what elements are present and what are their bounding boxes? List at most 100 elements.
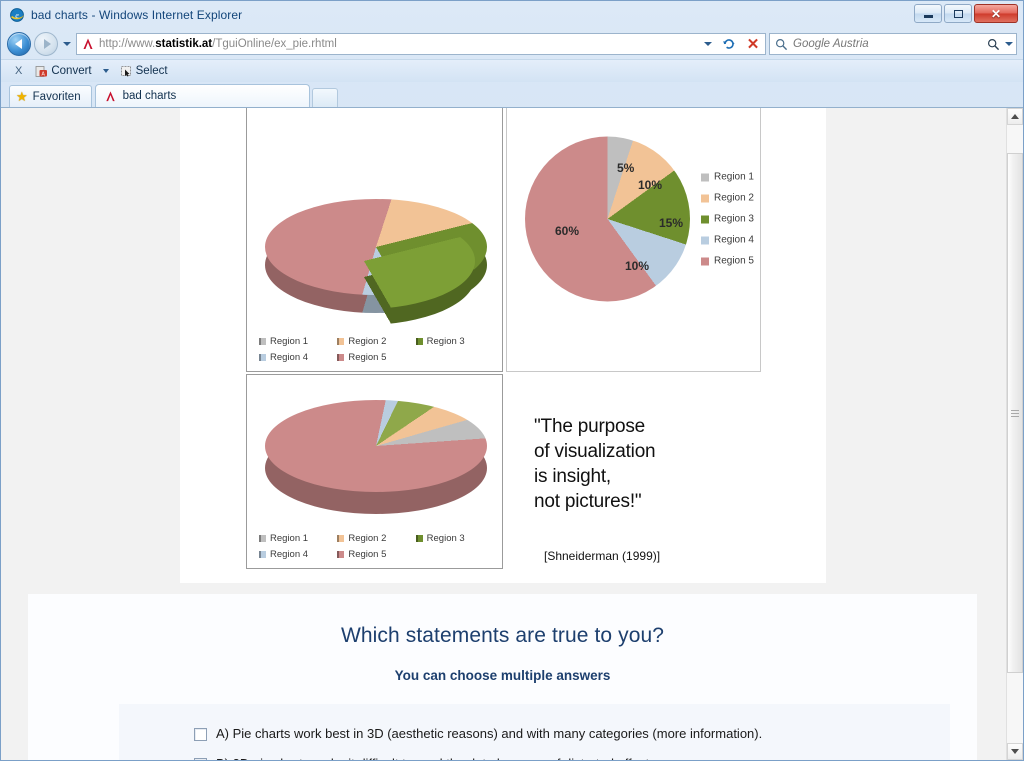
back-button[interactable] xyxy=(7,32,31,56)
vertical-scrollbar[interactable] xyxy=(1006,108,1023,760)
legend-label: Region 5 xyxy=(348,352,387,363)
search-provider-dropdown[interactable] xyxy=(1005,42,1013,46)
quiz-option-b[interactable]: B) 3D pie charts make it difficult to re… xyxy=(119,756,950,760)
pie-2d-labeled-chart: 5% 10% 15% 10% 60% Region 1 Region 2 Reg… xyxy=(507,108,760,371)
legend-label: Region 3 xyxy=(713,213,754,225)
quote-text: "The purpose of visualization is insight… xyxy=(534,414,656,514)
favorites-label: Favoriten xyxy=(32,90,81,103)
select-button[interactable]: Select xyxy=(118,64,170,79)
star-icon: ★ xyxy=(16,89,28,104)
tab-bad-charts[interactable]: bad charts xyxy=(94,84,310,107)
stop-icon: ✕ xyxy=(746,35,760,53)
search-submit-icon xyxy=(987,38,1000,50)
quiz-title: Which statements are true to you? xyxy=(340,624,665,647)
maximize-icon xyxy=(953,9,963,18)
convert-button[interactable]: A Convert xyxy=(33,64,93,79)
close-toolbar-button[interactable]: X xyxy=(15,65,22,77)
legend-item: Region 3 xyxy=(415,533,494,544)
legend-item: Region 5 xyxy=(700,256,754,267)
select-icon xyxy=(120,65,131,76)
search-icon xyxy=(775,38,788,50)
quiz-panel: Which statements are true to you? You ca… xyxy=(28,594,977,760)
chevron-up-icon xyxy=(1011,114,1019,119)
legend-item: Region 3 xyxy=(700,213,754,225)
scroll-up-button[interactable] xyxy=(1007,108,1023,125)
tab-label: bad charts xyxy=(122,90,177,102)
scrollbar-track[interactable] xyxy=(1007,125,1023,743)
url-text: http://www.statistik.at/TguiOnline/ex_pi… xyxy=(99,38,337,50)
checkbox-option-a[interactable] xyxy=(194,728,207,741)
refresh-button[interactable] xyxy=(719,33,739,55)
pie-label-region4: 10% xyxy=(625,259,650,273)
legend-item: Region 5 xyxy=(337,352,415,363)
close-icon: ✕ xyxy=(990,6,1002,21)
back-arrow-icon xyxy=(14,39,22,49)
favorites-button[interactable]: ★ Favoriten xyxy=(9,85,92,107)
forward-button[interactable] xyxy=(34,32,58,56)
refresh-icon xyxy=(723,39,735,49)
legend-label: Region 4 xyxy=(270,352,309,363)
statistik-site-icon xyxy=(105,90,115,101)
legend-label: Region 1 xyxy=(713,171,754,183)
legend-item: Region 2 xyxy=(337,336,415,347)
quote-line-3: is insight, xyxy=(534,466,612,488)
search-placeholder: Google Austria xyxy=(793,38,869,50)
statistik-site-icon xyxy=(81,37,95,51)
address-dropdown-button[interactable] xyxy=(701,34,715,54)
scrollbar-thumb[interactable] xyxy=(1007,153,1023,673)
legend-item: Region 4 xyxy=(259,549,337,560)
chart-cell-pie-3d-exploded: Region 1 Region 2 Region 3 Region 4 Regi… xyxy=(246,108,503,372)
legend-item: Region 5 xyxy=(337,549,415,560)
maximize-button[interactable] xyxy=(944,4,972,23)
address-bar[interactable]: http://www.statistik.at/TguiOnline/ex_pi… xyxy=(76,33,766,55)
legend-item: Region 1 xyxy=(259,533,337,544)
scroll-down-button[interactable] xyxy=(1007,743,1023,760)
legend-item: Region 1 xyxy=(700,171,754,183)
legend-item: Region 2 xyxy=(337,533,415,544)
legend-label: Region 1 xyxy=(270,533,309,544)
recent-pages-button[interactable] xyxy=(61,33,73,55)
adobe-command-bar: X A Convert Select xyxy=(1,59,1023,82)
navigation-bar: http://www.statistik.at/TguiOnline/ex_pi… xyxy=(1,29,1023,59)
pie-3d-tilt-chart: Region 1 Region 2 Region 3 Region 4 Regi… xyxy=(247,375,502,568)
legend-label: Region 2 xyxy=(713,192,754,204)
quote-line-4: not pictures!" xyxy=(534,491,642,513)
charts-panel: Region 1 Region 2 Region 3 Region 4 Regi… xyxy=(180,108,826,583)
close-button[interactable]: ✕ xyxy=(974,4,1018,23)
window-title: bad charts - Windows Internet Explorer xyxy=(31,8,243,22)
window-controls: ✕ xyxy=(914,4,1018,23)
stop-button[interactable]: ✕ xyxy=(743,33,763,55)
quiz-option-a[interactable]: A) Pie charts work best in 3D (aesthetic… xyxy=(119,726,950,742)
pie-label-region2: 10% xyxy=(638,178,663,192)
search-box[interactable]: Google Austria xyxy=(769,33,1017,55)
forward-arrow-icon xyxy=(43,39,51,49)
legend-label: Region 2 xyxy=(348,533,387,544)
legend-label: Region 1 xyxy=(270,336,309,347)
select-label: Select xyxy=(135,65,168,77)
convert-dropdown-icon[interactable] xyxy=(102,69,109,73)
checkbox-option-b[interactable] xyxy=(194,758,207,760)
title-bar: e bad charts - Windows Internet Explorer… xyxy=(1,1,1023,29)
page-viewport: Region 1 Region 2 Region 3 Region 4 Regi… xyxy=(1,107,1023,760)
svg-text:e: e xyxy=(15,11,19,20)
minimize-icon xyxy=(923,14,933,18)
browser-window: e bad charts - Windows Internet Explorer… xyxy=(0,0,1024,761)
legend-item: Region 1 xyxy=(259,336,337,347)
chart-cell-pie-2d-labeled: 5% 10% 15% 10% 60% Region 1 Region 2 Reg… xyxy=(506,108,761,372)
legend-label: Region 5 xyxy=(348,549,387,560)
legend-item: Region 2 xyxy=(700,192,754,204)
tab-strip: ★ Favoriten bad charts xyxy=(1,82,1023,107)
pie-label-region5: 60% xyxy=(555,224,580,238)
pie-label-region1: 5% xyxy=(617,161,635,175)
quiz-options-box: A) Pie charts work best in 3D (aesthetic… xyxy=(119,704,950,760)
chart-legend: Region 1 Region 2 Region 3 Region 4 Regi… xyxy=(700,171,754,267)
convert-label: Convert xyxy=(51,65,92,77)
quote-source: [Shneiderman (1999)] xyxy=(544,549,661,563)
chevron-down-icon xyxy=(63,42,71,46)
pie-label-region3: 15% xyxy=(659,216,684,230)
new-tab-button[interactable] xyxy=(311,88,338,107)
chart-cell-pie-3d-tilt: Region 1 Region 2 Region 3 Region 4 Regi… xyxy=(246,374,503,569)
convert-icon: A xyxy=(35,65,48,77)
minimize-button[interactable] xyxy=(914,4,942,23)
legend-label: Region 2 xyxy=(348,336,387,347)
